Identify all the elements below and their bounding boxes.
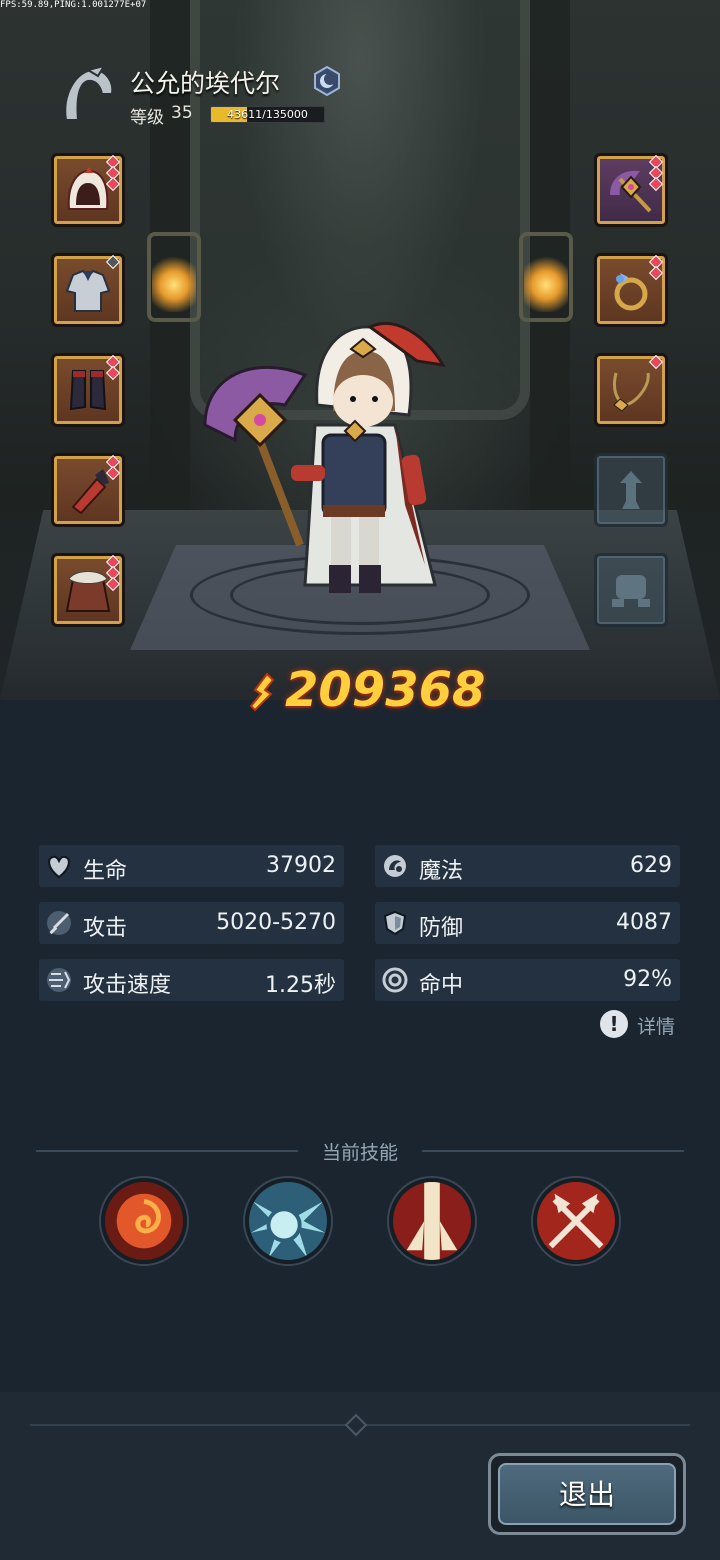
stat-value: 37902: [266, 853, 336, 878]
equipment-slot-necklace[interactable]: [594, 353, 668, 427]
light-burst-skill-icon: [249, 1182, 327, 1260]
equipment-slot-locked-lantern[interactable]: [594, 453, 668, 527]
stat-label: 魔法: [419, 859, 464, 884]
stat-label: 生命: [83, 859, 128, 884]
skill-slot-holy-pillar[interactable]: [389, 1178, 475, 1264]
skill-slot-fire-vortex[interactable]: [101, 1178, 187, 1264]
speed-icon: [47, 968, 71, 992]
equipment-slot-cloak[interactable]: [51, 553, 125, 627]
sword-icon: [47, 911, 71, 935]
stat-value: 1.25秒: [265, 973, 336, 998]
stat-row-mp: 魔法 629: [375, 845, 680, 887]
equipment-slot-gloves[interactable]: [51, 453, 125, 527]
mount-icon: [612, 575, 650, 607]
stat-row-attack: 攻击 5020-5270: [39, 902, 344, 944]
stat-value: 629: [630, 853, 672, 878]
shield-icon: [383, 910, 407, 936]
stat-label: 攻击: [83, 916, 128, 941]
exclamation-icon: !: [600, 1010, 628, 1038]
holy-pillar-skill-icon: [393, 1182, 471, 1260]
combat-power-value: 209368: [285, 662, 486, 718]
stat-row-defense: 防御 4087: [375, 902, 680, 944]
equipment-slot-legs[interactable]: [51, 353, 125, 427]
details-button[interactable]: ! 详情: [600, 1010, 682, 1040]
skill-slot-crossed-axes[interactable]: [533, 1178, 619, 1264]
gem-sockets: [105, 554, 121, 592]
hero-character-sprite: [203, 321, 446, 593]
stat-label: 命中: [419, 973, 464, 998]
equipment-slot-armor[interactable]: [51, 253, 125, 327]
torch-flame-icon: [152, 252, 196, 312]
debug-readout: FPS:59.89,PING:1.001277E+07: [0, 0, 147, 10]
gem-sockets: [105, 254, 121, 270]
experience-bar: 43611/135000: [210, 106, 325, 123]
stat-label: 攻击速度: [83, 973, 172, 998]
robe-armor-icon: [65, 269, 111, 312]
lantern-icon: [620, 471, 642, 509]
character-screen: { "hud": { "debug_text": "FPS:59.89,PING…: [0, 0, 720, 1560]
details-label: 详情: [637, 1016, 676, 1038]
equipment-slot-ring[interactable]: [594, 253, 668, 327]
stat-row-hit-rate: 命中 92%: [375, 959, 680, 1001]
exit-button[interactable]: 退出: [488, 1453, 686, 1535]
experience-text: 43611/135000: [227, 108, 308, 121]
level-label: 等级: [130, 108, 164, 128]
gem-sockets: [105, 354, 121, 381]
level-value: 35: [171, 103, 193, 123]
gem-sockets: [648, 354, 664, 370]
gem-sockets: [105, 454, 121, 481]
gem-sockets: [648, 154, 664, 192]
exit-button-label: 退出: [498, 1463, 676, 1525]
equipment-slot-locked-mount[interactable]: [594, 553, 668, 627]
stat-label: 防御: [419, 916, 464, 941]
element-orb-icon[interactable]: [312, 66, 342, 96]
target-icon: [382, 967, 408, 993]
gem-sockets: [648, 254, 664, 281]
equipment-slot-weapon[interactable]: [594, 153, 668, 227]
hood-avatar-icon: [64, 64, 114, 121]
necklace-icon: [612, 372, 650, 412]
stat-row-attack-speed: 攻击速度 1.25秒: [39, 959, 344, 1001]
torch-flame-icon: [524, 252, 568, 312]
stat-row-hp: 生命 37902: [39, 845, 344, 887]
fire-vortex-skill-icon: [105, 1182, 183, 1260]
heart-icon: [48, 855, 70, 879]
combat-power-icon: [249, 672, 275, 712]
crossed-axes-skill-icon: [537, 1182, 615, 1260]
stat-value: 5020-5270: [216, 910, 336, 935]
skill-slot-light-burst[interactable]: [245, 1178, 331, 1264]
stat-value: 92%: [623, 967, 672, 992]
equipment-slot-helmet[interactable]: [51, 153, 125, 227]
skills-title: 当前技能: [321, 1142, 398, 1164]
gem-sockets: [105, 154, 121, 192]
magic-icon: [384, 855, 406, 877]
stat-value: 4087: [616, 910, 672, 935]
character-name: 公允的埃代尔: [130, 69, 281, 98]
